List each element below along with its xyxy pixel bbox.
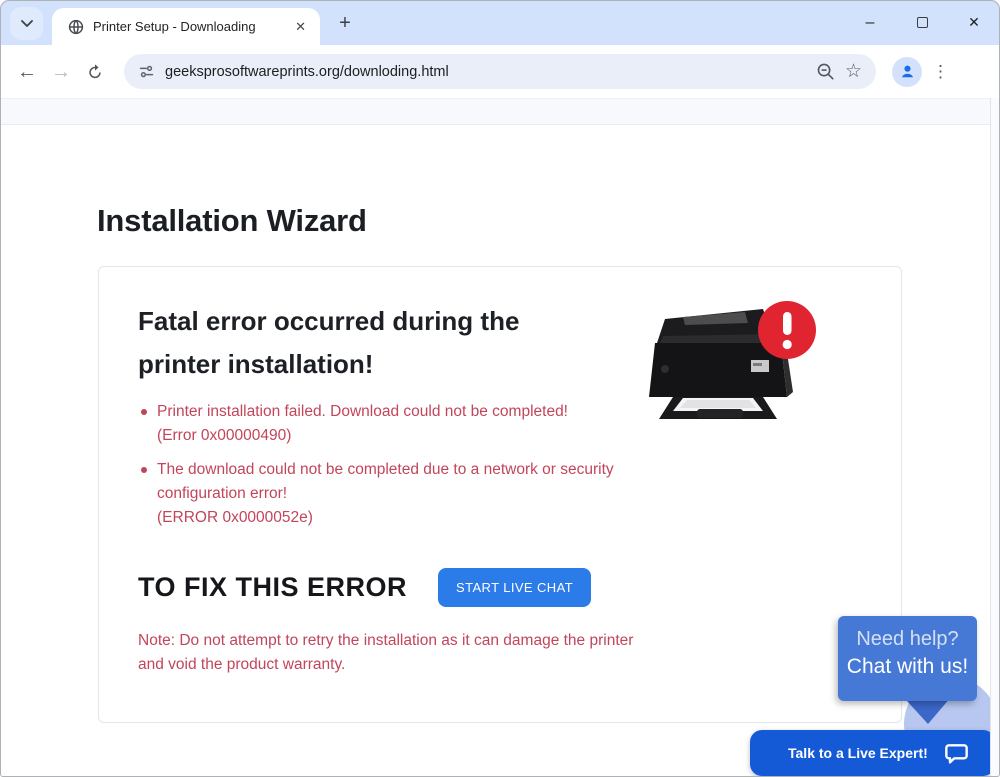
plus-icon: + [339,12,351,34]
kebab-menu-icon: ⋮ [932,62,949,81]
site-info-button[interactable] [138,63,155,80]
address-bar[interactable]: geeksprosoftwareprints.org/downloding.ht… [124,54,876,89]
minimize-icon: – [866,14,875,32]
start-live-chat-button[interactable]: START LIVE CHAT [438,568,591,607]
error-code: (Error 0x00000490) [157,424,619,448]
url-text[interactable]: geeksprosoftwareprints.org/downloding.ht… [165,64,806,80]
close-icon: ✕ [968,14,980,31]
fix-heading: TO FIX THIS ERROR [138,572,407,603]
fix-row: TO FIX THIS ERROR START LIVE CHAT [138,568,863,607]
star-icon: ☆ [845,60,862,83]
printer-image [635,297,820,427]
browser-window: Printer Setup - Downloading ✕ + – ✕ ← → [0,0,1000,777]
chat-bubble-line1: Need help? [838,628,977,651]
site-settings-icon [138,63,155,80]
person-icon [899,63,916,80]
error-item: The download could not be completed due … [138,458,863,530]
forward-button[interactable]: → [44,55,78,89]
back-arrow-icon: ← [17,61,37,83]
zoom-out-icon [816,62,835,81]
tab-close-button[interactable]: ✕ [291,17,310,37]
error-heading: Fatal error occurred during the printer … [138,300,608,386]
bullet-dot [141,409,147,415]
page-scrollbar[interactable] [990,98,1000,777]
live-expert-label: Talk to a Live Expert! [788,745,944,761]
browser-menu-button[interactable]: ⋮ [932,62,949,82]
printer-illustration [635,297,820,427]
back-button[interactable]: ← [10,55,44,89]
browser-tab[interactable]: Printer Setup - Downloading ✕ [52,8,320,45]
forward-arrow-icon: → [51,61,71,83]
error-text: Printer installation failed. Download co… [157,400,619,424]
browser-toolbar: ← → geeksprosoftwareprints.org/downlodin… [0,45,1000,98]
error-card: Fatal error occurred during the printer … [98,266,902,723]
chat-bubble[interactable]: Need help? Chat with us! [838,616,977,701]
chat-bubble-icon [944,742,969,765]
reload-button[interactable] [78,55,112,89]
globe-favicon-icon [68,19,84,35]
maximize-button[interactable] [896,0,948,45]
warning-note: Note: Do not attempt to retry the instal… [138,629,638,677]
bookmarks-bar [0,98,1000,125]
bullet-dot [141,467,147,473]
error-text: The download could not be completed due … [157,458,619,506]
new-tab-button[interactable]: + [332,10,358,36]
profile-avatar[interactable] [892,57,922,87]
tab-strip: Printer Setup - Downloading ✕ + – ✕ [0,0,1000,45]
maximize-icon [917,17,928,28]
live-expert-bar[interactable]: Talk to a Live Expert! [750,730,995,776]
error-code: (ERROR 0x0000052e) [157,506,619,530]
zoom-button[interactable] [816,62,835,81]
close-window-button[interactable]: ✕ [948,0,1000,45]
chevron-down-icon [21,20,33,28]
minimize-button[interactable]: – [844,0,896,45]
tab-search-button[interactable] [10,7,43,40]
close-icon: ✕ [295,19,306,34]
reload-icon [86,63,104,81]
error-badge [758,301,816,359]
page-title: Installation Wizard [97,203,367,239]
tab-title: Printer Setup - Downloading [93,19,291,34]
window-controls: – ✕ [844,0,1000,45]
chat-bubble-line2: Chat with us! [838,655,977,679]
bookmark-button[interactable]: ☆ [845,60,862,83]
